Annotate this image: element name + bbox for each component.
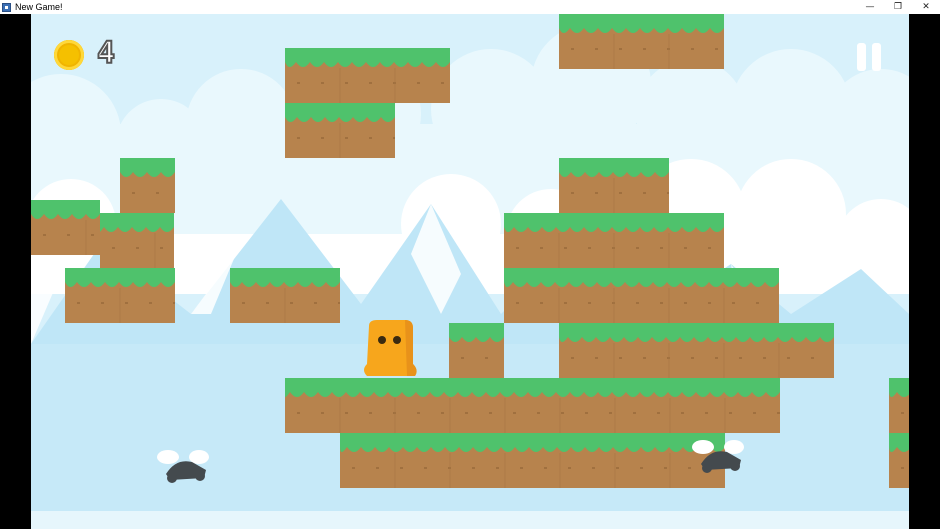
grass-dirt-block [889,378,909,433]
pause-icon [872,43,881,71]
game-viewport[interactable]: 4 [31,14,909,529]
grass-dirt-block [285,48,450,103]
app-icon [2,2,11,12]
grass-dirt-block [285,103,395,158]
minimize-button[interactable]: — [856,0,884,14]
grass-dirt-block [340,433,725,488]
grass-dirt-block [504,268,779,323]
grass-dirt-block [889,433,909,488]
player-character [364,320,417,376]
grass-dirt-block [285,378,780,433]
coin-icon [54,40,84,70]
letterbox-right [909,14,940,529]
letterbox-left [0,14,31,529]
coin-count: 4 [96,35,116,72]
grass-dirt-block [31,200,100,255]
window-title: New Game! [15,2,63,12]
grass-dirt-block [559,323,834,378]
grass-dirt-block [230,268,340,323]
grass-dirt-block [120,158,175,213]
grass-dirt-block [559,158,669,213]
restore-button[interactable]: ❐ [884,0,912,14]
close-button[interactable]: ✕ [912,0,940,14]
grass-dirt-block [559,14,724,69]
grass-dirt-block [100,213,174,268]
window-titlebar: New Game! — ❐ ✕ [0,0,940,14]
pause-icon [857,43,866,71]
flying-bug-enemy [692,440,744,473]
grass-dirt-block [65,268,175,323]
grass-dirt-block [504,213,724,268]
pause-button[interactable] [857,43,883,73]
grass-dirt-block [449,323,504,378]
flying-bug-enemy [157,450,209,483]
ground-strip [31,511,909,529]
